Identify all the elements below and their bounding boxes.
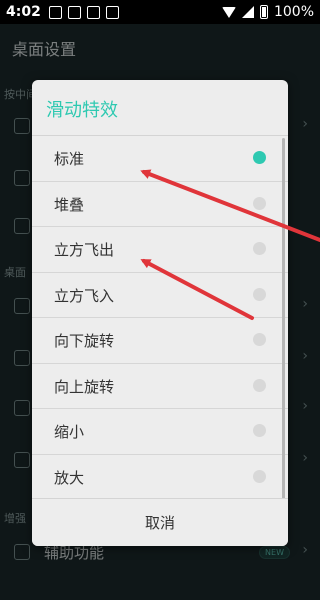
status-time: 4:02 [6,4,41,20]
battery-percent: 100% [273,4,314,20]
battery-icon [259,5,268,19]
image-icon [67,5,81,19]
square-icon [105,5,119,19]
notification-icon [48,5,62,19]
text-icon [86,5,100,19]
status-bar: 4:02 100% [0,0,320,24]
signal-icon [241,6,254,18]
annotation-arrow [140,259,254,320]
annotation-arrow [140,169,320,242]
annotation-arrows [140,169,320,320]
wifi-icon [221,6,236,18]
